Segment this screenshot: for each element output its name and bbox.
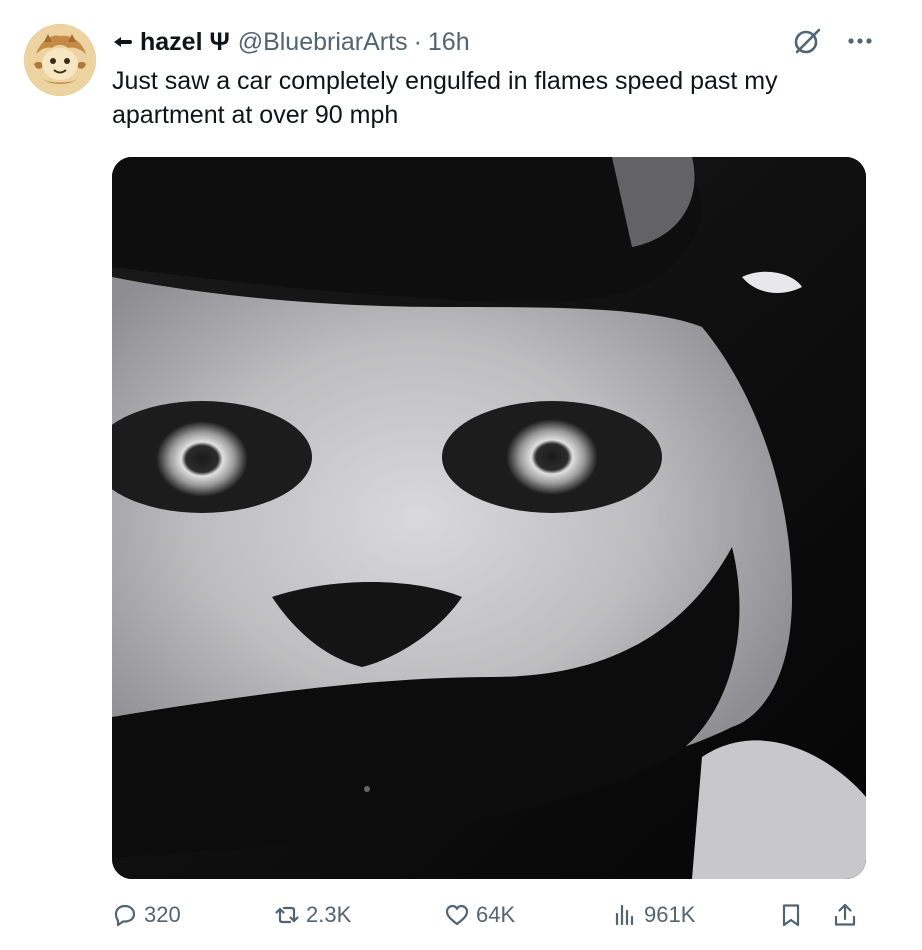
bookmark-button[interactable] <box>778 898 804 932</box>
repost-icon <box>275 906 299 924</box>
tweet-media-image[interactable] <box>112 157 866 879</box>
tweet-top-actions <box>792 26 874 56</box>
tweet-timestamp[interactable]: 16h <box>428 28 470 57</box>
share-icon <box>834 903 856 926</box>
author-avatar[interactable] <box>24 24 96 96</box>
author-display-name[interactable]: hazel Ψ <box>140 28 230 57</box>
bookmark-icon <box>782 904 800 927</box>
grok-icon[interactable] <box>792 26 822 56</box>
separator-dot: · <box>413 27 422 56</box>
like-button[interactable]: 64K <box>444 898 515 932</box>
heart-icon <box>445 904 469 926</box>
tweet-header: hazel Ψ @BluebriarArts · 16h <box>112 26 470 58</box>
more-icon[interactable] <box>846 26 874 56</box>
views-count: 961K <box>644 902 696 927</box>
repost-button[interactable]: 2.3K <box>274 898 351 932</box>
tweet-card[interactable]: hazel Ψ @BluebriarArts · 16h Just saw a … <box>0 0 922 950</box>
share-button[interactable] <box>832 898 858 932</box>
like-count: 64K <box>476 902 516 927</box>
tweet-actions-bar: 320 2.3K 64K 961K <box>112 898 866 932</box>
views-icon <box>615 904 634 926</box>
reply-icon <box>114 904 136 927</box>
views-button[interactable]: 961K <box>612 898 695 932</box>
author-handle[interactable]: @BluebriarArts <box>238 28 408 57</box>
tweet-text: Just saw a car completely engulfed in fl… <box>112 67 778 129</box>
reply-count: 320 <box>144 902 181 927</box>
repost-count: 2.3K <box>306 902 352 927</box>
reply-button[interactable]: 320 <box>112 898 181 932</box>
pointing-hand-icon <box>112 31 134 53</box>
